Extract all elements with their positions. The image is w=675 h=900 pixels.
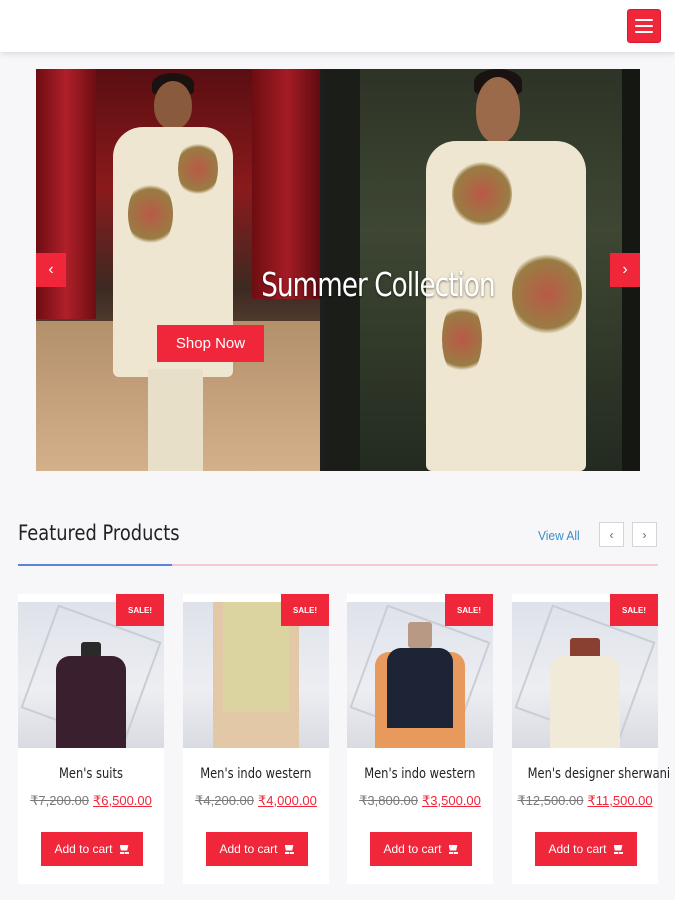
slider-prev-button[interactable]: ‹ <box>36 253 66 287</box>
product-card[interactable]: SALE! Men's indo western ₹3,800.00 ₹3,500… <box>347 594 493 884</box>
add-to-cart-label: Add to cart <box>548 842 607 856</box>
section-divider-accent <box>18 564 172 566</box>
original-price: ₹12,500.00 <box>517 793 584 808</box>
product-name[interactable]: Men's indo western <box>183 766 329 782</box>
sale-price: ₹3,500.00 <box>422 793 481 808</box>
carousel-next-button[interactable]: › <box>632 522 657 547</box>
sale-badge: SALE! <box>445 594 493 626</box>
original-price: ₹3,800.00 <box>359 793 418 808</box>
product-price: ₹12,500.00 ₹11,500.00 <box>512 793 658 809</box>
slider-next-button[interactable]: › <box>610 253 640 287</box>
hamburger-menu-button[interactable] <box>627 9 661 43</box>
product-name[interactable]: Men's designer sherwani <box>512 766 670 782</box>
hamburger-menu-icon <box>635 19 653 21</box>
featured-products-header: Featured Products View All ‹ › <box>18 518 658 568</box>
view-all-link[interactable]: View All <box>538 528 580 543</box>
chevron-left-icon: ‹ <box>48 261 54 278</box>
product-price: ₹4,200.00 ₹4,000.00 <box>183 793 329 809</box>
section-title: Featured Products <box>18 521 180 545</box>
original-price: ₹7,200.00 <box>30 793 89 808</box>
add-to-cart-button[interactable]: Add to cart <box>41 832 143 866</box>
shop-now-button[interactable]: Shop Now <box>157 325 264 362</box>
chevron-right-icon: › <box>642 527 647 542</box>
product-price: ₹3,800.00 ₹3,500.00 <box>347 793 493 809</box>
product-name[interactable]: Men's suits <box>18 766 164 782</box>
sale-price: ₹4,000.00 <box>258 793 317 808</box>
product-price: ₹7,200.00 ₹6,500.00 <box>18 793 164 809</box>
sale-badge: SALE! <box>610 594 658 626</box>
hamburger-menu-icon-bar <box>635 25 653 27</box>
product-card[interactable]: SALE! Men's suits ₹7,200.00 ₹6,500.00 Add… <box>18 594 164 884</box>
original-price: ₹4,200.00 <box>195 793 254 808</box>
add-to-cart-label: Add to cart <box>219 842 278 856</box>
product-card[interactable]: SALE! Men's indo western ₹4,200.00 ₹4,000… <box>183 594 329 884</box>
hero-slider: ‹ › Summer Collection Shop Now <box>36 69 640 471</box>
top-navigation-bar <box>0 0 675 52</box>
sale-price: ₹6,500.00 <box>93 793 152 808</box>
product-card[interactable]: SALE! Men's designer sherwani ₹12,500.00… <box>512 594 670 884</box>
hero-title: Summer Collection <box>261 265 495 304</box>
cart-icon <box>284 845 295 854</box>
add-to-cart-label: Add to cart <box>383 842 442 856</box>
add-to-cart-button[interactable]: Add to cart <box>535 832 637 866</box>
add-to-cart-label: Add to cart <box>54 842 113 856</box>
carousel-prev-button[interactable]: ‹ <box>599 522 624 547</box>
cart-icon <box>448 845 459 854</box>
hamburger-menu-icon-bar <box>635 31 653 33</box>
sale-price: ₹11,500.00 <box>587 793 653 808</box>
cart-icon <box>119 845 130 854</box>
product-carousel: SALE! Men's suits ₹7,200.00 ₹6,500.00 Add… <box>18 594 670 884</box>
product-name[interactable]: Men's indo western <box>347 766 493 782</box>
cart-icon <box>613 845 624 854</box>
add-to-cart-button[interactable]: Add to cart <box>370 832 472 866</box>
sale-badge: SALE! <box>116 594 164 626</box>
chevron-right-icon: › <box>622 261 628 278</box>
chevron-left-icon: ‹ <box>609 527 614 542</box>
sale-badge: SALE! <box>281 594 329 626</box>
add-to-cart-button[interactable]: Add to cart <box>206 832 308 866</box>
